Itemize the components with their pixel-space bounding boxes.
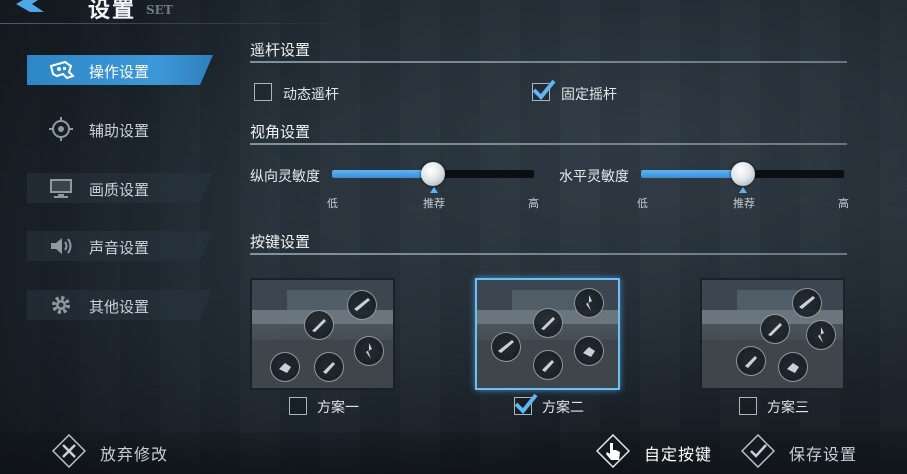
vertical-sensitivity-handle[interactable] [421, 162, 445, 186]
scheme-3-checkbox[interactable] [739, 397, 757, 415]
gamepad-icon [49, 60, 75, 80]
speaker-icon [51, 238, 72, 254]
header-divider [0, 23, 360, 24]
sidebar-item-assist[interactable]: 辅助设置 [27, 114, 213, 144]
custom-keys-label: 自定按键 [644, 445, 713, 464]
sidebar-item-label: 画质设置 [89, 181, 150, 199]
fixed-joystick-label: 固定摇杆 [561, 87, 617, 103]
slider-fill [641, 170, 743, 178]
horizontal-sensitivity-label: 水平灵敏度 [559, 169, 629, 185]
section-divider [250, 61, 847, 63]
jump-icon [806, 320, 836, 350]
section-title-view: 视角设置 [250, 123, 311, 141]
header: 设置 SET [0, 0, 907, 24]
scale-high: 高 [528, 197, 539, 210]
scale-recommended: 推荐 [733, 197, 755, 210]
custom-keys-button[interactable]: 自定按键 [596, 432, 721, 472]
knife-icon [533, 308, 563, 338]
hand-pointer-icon [596, 434, 630, 468]
save-label: 保存设置 [789, 445, 858, 464]
grenade-icon [533, 350, 563, 380]
sidebar-item-controls[interactable]: 操作设置 [27, 55, 213, 85]
check-icon [532, 79, 556, 100]
scale-low: 低 [637, 197, 648, 210]
page-title: 设置 [88, 0, 137, 23]
vertical-sensitivity-label: 纵向灵敏度 [250, 169, 320, 185]
sidebar-item-sound[interactable]: 声音设置 [27, 231, 213, 261]
scheme-preview-2[interactable] [475, 278, 620, 390]
scheme-preview-1[interactable] [250, 278, 395, 390]
knife-icon [304, 310, 334, 340]
scheme-2-checkbox[interactable] [514, 393, 538, 415]
page-subtitle: SET [146, 3, 173, 17]
rifle-icon [792, 288, 822, 318]
grenade-icon [314, 352, 344, 382]
close-icon [52, 434, 86, 468]
grenade-icon [736, 346, 766, 376]
scheme-preview-3[interactable] [700, 278, 845, 390]
scheme-1-label: 方案一 [317, 400, 359, 416]
crouch-icon [270, 352, 300, 382]
rifle-icon [347, 290, 377, 320]
knife-icon [760, 314, 790, 344]
discard-changes-button[interactable]: 放弃修改 [52, 432, 182, 472]
save-settings-button[interactable]: 保存设置 [741, 432, 871, 472]
scheme-3-label: 方案三 [767, 400, 809, 416]
section-title-joystick: 遥杆设置 [250, 41, 311, 59]
recommended-marker [430, 187, 438, 193]
dynamic-joystick-label: 动态遥杆 [283, 87, 339, 103]
sidebar-item-label: 操作设置 [89, 63, 150, 81]
crouch-icon [574, 336, 604, 366]
sidebar-item-other[interactable]: 其他设置 [27, 290, 213, 320]
rifle-icon [491, 332, 521, 362]
monitor-icon [50, 179, 72, 198]
jump-icon [574, 288, 604, 318]
crosshair-icon [49, 117, 73, 141]
scale-high: 高 [838, 197, 849, 210]
gear-icon [52, 296, 70, 314]
crouch-icon [778, 352, 808, 382]
section-title-keys: 按键设置 [250, 233, 311, 251]
section-divider [250, 143, 847, 145]
scale-low: 低 [327, 197, 338, 210]
sidebar-item-label: 其他设置 [89, 298, 150, 316]
scheme-1-checkbox[interactable] [289, 397, 307, 415]
horizontal-sensitivity-handle[interactable] [730, 162, 755, 186]
section-divider [250, 253, 847, 255]
slider-fill [332, 170, 433, 178]
scheme-2-label: 方案二 [542, 400, 584, 416]
jump-icon [354, 336, 384, 366]
sidebar-item-label: 声音设置 [89, 239, 150, 257]
sidebar-item-label: 辅助设置 [89, 122, 150, 140]
scale-recommended: 推荐 [423, 197, 445, 210]
recommended-marker [739, 187, 747, 193]
dynamic-joystick-checkbox[interactable] [254, 83, 272, 101]
sidebar-item-graphics[interactable]: 画质设置 [27, 173, 213, 203]
checkmark-icon [741, 434, 775, 468]
check-icon [514, 393, 538, 414]
discard-label: 放弃修改 [100, 445, 169, 464]
back-arrow-icon[interactable] [14, 0, 48, 20]
fixed-joystick-checkbox[interactable] [532, 79, 556, 101]
